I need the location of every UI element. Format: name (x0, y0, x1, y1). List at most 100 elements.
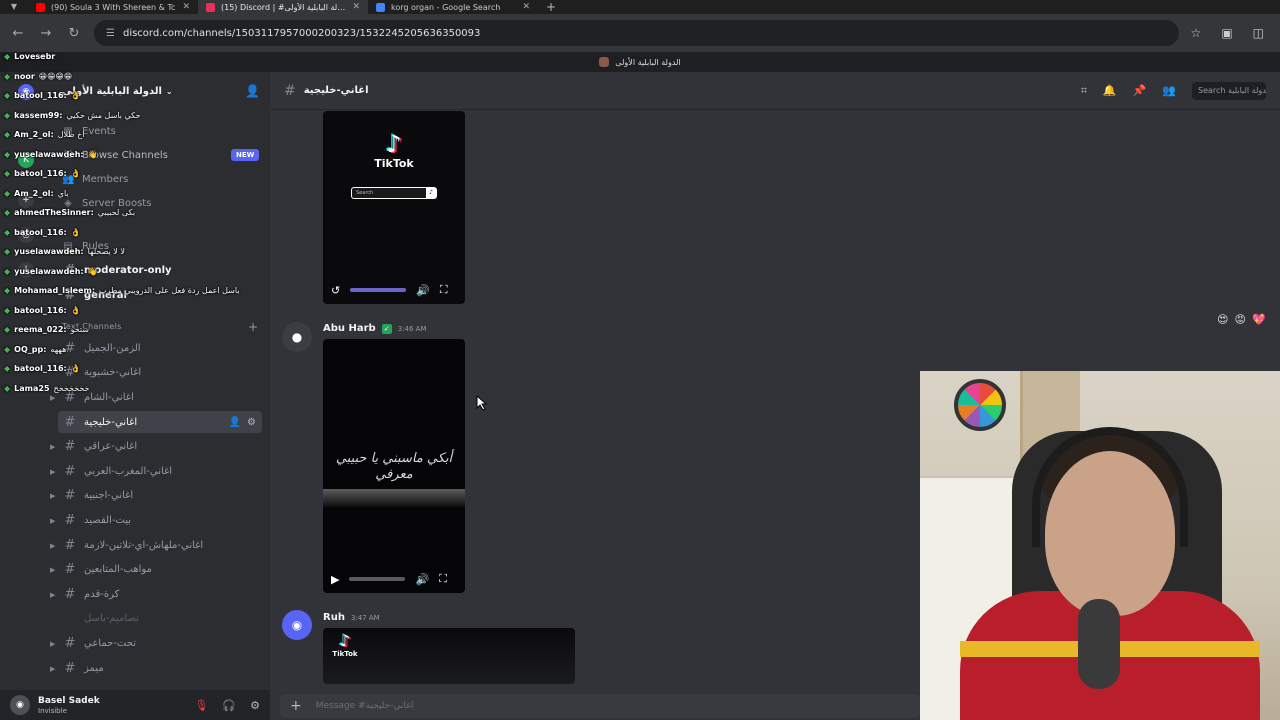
close-tab-icon[interactable]: ✕ (352, 2, 360, 12)
channel-item[interactable]: # اغاني-المغرب-العربي (58, 460, 262, 482)
channel-item-selected[interactable]: # اغاني-خليجية 👤 ⚙ (58, 411, 262, 433)
member-list-icon[interactable]: 👥 (1162, 84, 1176, 97)
reaction-emoji[interactable]: 😡 (1234, 313, 1245, 326)
message-header: Abu Harb ✓ 3:46 AM (323, 323, 427, 334)
video-embed[interactable]: أبكي ماسبني يا حبيبي معرفي ▶ 🔊 ⛶ (323, 339, 465, 593)
back-icon[interactable]: ← (10, 26, 26, 41)
channel-item[interactable]: # تحت-حماعي (58, 632, 262, 654)
reaction-emoji[interactable]: 😍 (1217, 313, 1228, 326)
reaction-emoji[interactable]: 💖 (1252, 313, 1266, 326)
extensions-icon[interactable]: ▣ (1221, 26, 1232, 40)
close-tab-icon[interactable]: ✕ (522, 2, 530, 12)
hash-icon: # (64, 487, 76, 503)
caret-right-icon: ▶ (50, 517, 56, 525)
video-embed[interactable]: ♪ TikTok Search ♪ ↺ 🔊 ⛶ (323, 111, 465, 304)
chat-bullet-icon: ◆ (4, 208, 11, 217)
bookmark-star-icon[interactable]: ☆ (1191, 26, 1202, 40)
chat-username: batool_116: (14, 305, 67, 315)
hash-icon: # (64, 414, 76, 430)
chat-bullet-icon: ◆ (4, 91, 11, 100)
new-badge: NEW (231, 149, 260, 161)
chat-username: batool_116: (14, 169, 67, 178)
reload-icon[interactable]: ↻ (66, 26, 82, 41)
video-embed[interactable]: ♪ TikTok (323, 628, 575, 684)
settings-gear-icon[interactable]: ⚙ (250, 699, 260, 712)
avatar[interactable]: ● (282, 322, 312, 352)
chat-message: ◆ Lama25 خخخخخخخ (4, 384, 89, 393)
browser-tab-discord[interactable]: (15) Discord | #اغاني-خليجية | الدولة ال… (198, 0, 368, 14)
search-input[interactable]: Search الدولة البابلية (1192, 81, 1266, 100)
chat-username: yuselawawdeh: (14, 247, 84, 256)
channel-item[interactable]: # مواهب-المتابعين (58, 558, 262, 580)
author-name[interactable]: Ruh (323, 612, 345, 623)
play-icon[interactable]: ▶ (331, 573, 339, 586)
site-info-icon[interactable]: ☰ (106, 28, 115, 39)
browser-tab-google[interactable]: korg organ - Google Search ✕ (368, 0, 538, 14)
chat-message: ◆ batool_116: 👌 (4, 306, 81, 315)
microphone-icon (1078, 599, 1120, 689)
progress-bar[interactable] (350, 288, 407, 292)
channel-item[interactable]: # اغاني-اجنبية (58, 484, 262, 506)
channel-item[interactable]: # الزمن-الجميل (58, 337, 262, 359)
channel-item[interactable]: # ميمز (58, 657, 262, 679)
chat-message: ◆ batool_116: 👌 (4, 169, 81, 178)
chat-text: 👌 (70, 169, 81, 178)
close-tab-icon[interactable]: ✕ (182, 2, 190, 12)
progress-bar[interactable] (349, 577, 406, 581)
user-name: Basel Sadek (38, 695, 100, 706)
notification-bell-icon[interactable]: 🔔 (1103, 84, 1117, 97)
chat-bullet-icon: ◆ (4, 52, 11, 61)
sidebar-icon[interactable]: ◫ (1253, 26, 1264, 40)
message-composer[interactable]: + Message #اغاني-خليجية (280, 694, 920, 718)
invite-people-icon[interactable]: 👤 (245, 84, 260, 98)
avatar[interactable]: ◉ (282, 610, 312, 640)
chat-username: yuselawawdeh: (14, 266, 84, 276)
author-name[interactable]: Abu Harb (323, 323, 376, 334)
mic-muted-icon[interactable]: 🎙 (194, 699, 208, 712)
screen: ▼ (90) Soula 3 With Shereen & Tc ✕ (15) … (0, 0, 1280, 720)
video-frame-glow (323, 489, 465, 507)
threads-icon[interactable]: ⌗ (1081, 84, 1087, 98)
chat-text: 👋 (87, 149, 98, 159)
hash-icon: # (64, 635, 76, 651)
volume-icon[interactable]: 🔊 (416, 284, 430, 297)
channel-item[interactable]: # اغاني-عراقي (58, 435, 262, 457)
browser-tab-bar: ▼ (90) Soula 3 With Shereen & Tc ✕ (15) … (0, 0, 1280, 14)
chat-text: حكي باسل مش حكيي (66, 110, 141, 120)
chat-bullet-icon: ◆ (4, 247, 11, 256)
chat-bullet-icon: ◆ (4, 227, 11, 237)
new-tab-button[interactable]: + (538, 0, 564, 14)
headphones-icon[interactable]: 🎧 (222, 699, 236, 712)
chat-bullet-icon: ◆ (4, 325, 11, 334)
create-channel-icon[interactable]: + (248, 320, 258, 334)
tiktok-label: TikTok (374, 157, 414, 170)
volume-icon[interactable]: 🔊 (415, 573, 429, 586)
timestamp: 3:47 AM (350, 613, 380, 622)
channel-item[interactable]: # بيت-القصيد (58, 509, 262, 531)
forward-icon[interactable]: → (38, 26, 54, 41)
channel-item-muted[interactable]: تصاميم-باسل (58, 607, 262, 629)
caret-right-icon: ▶ (50, 566, 56, 574)
pin-icon[interactable]: 📌 (1133, 84, 1147, 97)
fullscreen-icon[interactable]: ⛶ (439, 572, 447, 586)
channel-item[interactable]: # اغاني-ملهاش-اي-تلاتين-لازمة (58, 534, 262, 556)
chat-message: ◆ batool_116: 👌 (4, 91, 81, 100)
avatar[interactable]: ◉ (10, 695, 30, 715)
settings-gear-icon[interactable]: ⚙ (247, 417, 256, 428)
add-attachment-icon[interactable]: + (290, 698, 302, 714)
channel-item[interactable]: # اغاني-خشبوية (58, 361, 262, 383)
fullscreen-icon[interactable]: ⛶ (440, 283, 448, 297)
browser-tab-youtube[interactable]: (90) Soula 3 With Shereen & Tc ✕ (28, 0, 198, 14)
tab-search-chevron-icon[interactable]: ▼ (0, 0, 28, 14)
chat-username: Am_2_ol: (14, 188, 54, 198)
tab-title: (90) Soula 3 With Shereen & Tc (51, 2, 176, 12)
invite-icon[interactable]: 👤 (229, 417, 241, 428)
video-controls: ▶ 🔊 ⛶ (323, 565, 465, 593)
channel-item[interactable]: # كرة-قدم (58, 583, 262, 605)
caret-right-icon: ▶ (50, 591, 56, 599)
address-bar[interactable]: ☰ discord.com/channels/15031179570002003… (94, 20, 1179, 46)
chat-message: ◆ yuselawawdeh: 👋 (4, 267, 98, 276)
nav-label: Server Boosts (82, 197, 152, 209)
replay-icon[interactable]: ↺ (331, 284, 340, 297)
chat-text: هههه (50, 344, 67, 354)
